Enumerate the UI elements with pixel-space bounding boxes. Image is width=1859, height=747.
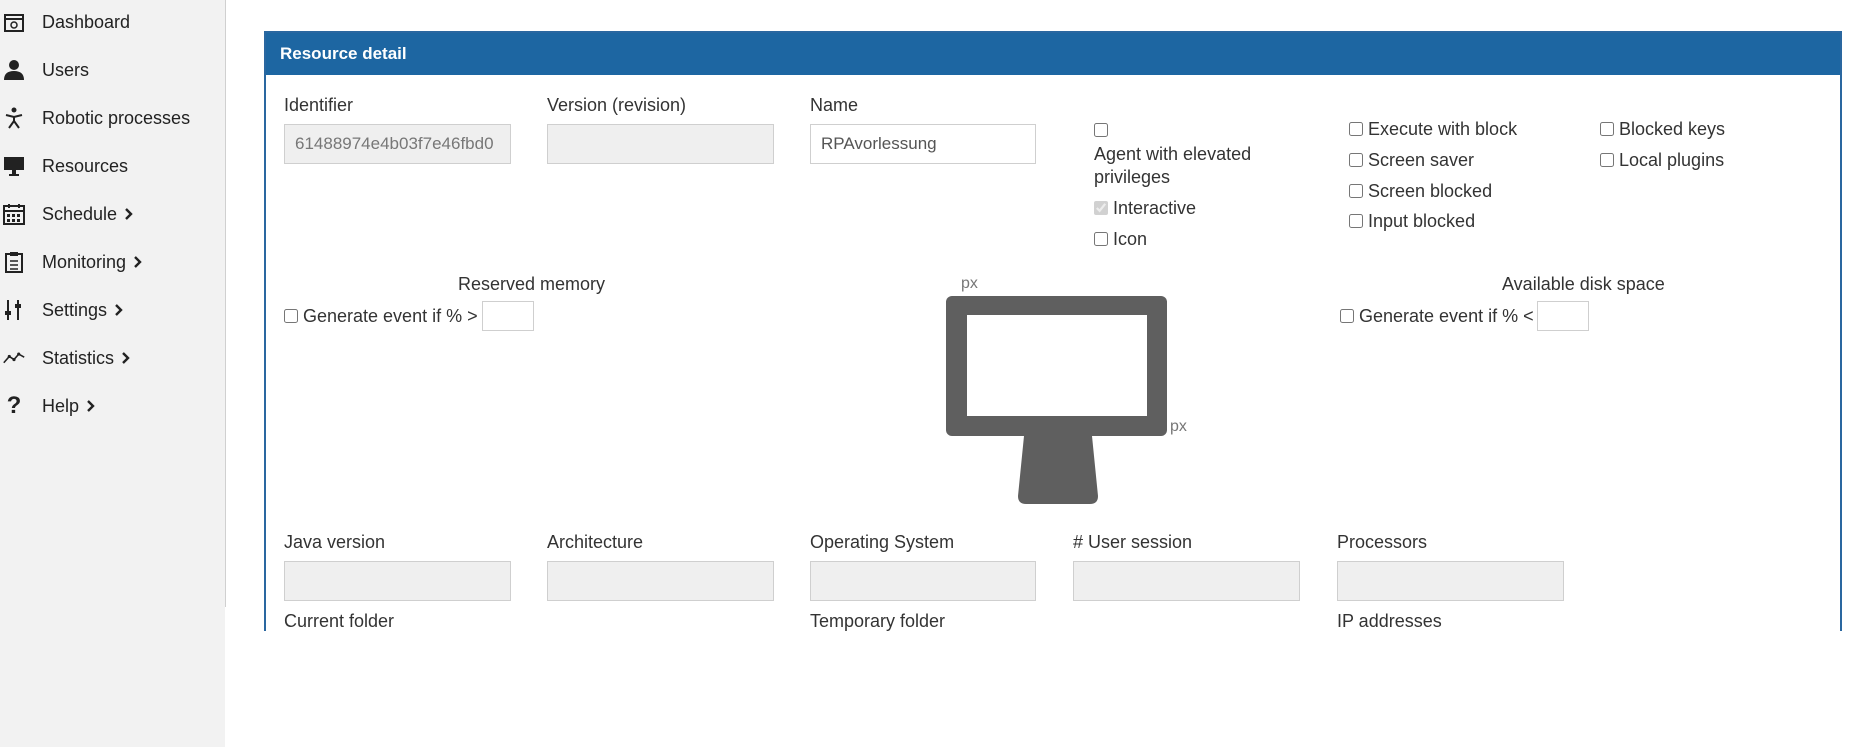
user-icon	[3, 59, 25, 81]
sidebar-item-label: Users	[42, 59, 90, 80]
sidebar-footer	[0, 607, 225, 747]
operating-system-field[interactable]	[810, 561, 1036, 601]
architecture-field[interactable]	[547, 561, 774, 601]
sidebar-item-label: Robotic processes	[42, 107, 191, 128]
resource-detail-panel: Resource detail Identifier Version (revi…	[264, 31, 1842, 631]
panel-title: Resource detail	[266, 33, 1840, 75]
agent-elevated-label: Agent with elevated privileges	[1094, 144, 1252, 187]
execute-with-block-checkbox[interactable]	[1349, 122, 1363, 136]
screen-width-unit: px	[961, 275, 978, 292]
chart-line-icon	[3, 347, 25, 369]
blocked-keys-label: Blocked keys	[1619, 119, 1726, 139]
disk-threshold-input[interactable]	[1537, 301, 1589, 331]
sidebar-item-label: Settings	[42, 299, 108, 320]
ip-addresses-label: IP addresses	[1337, 611, 1442, 631]
calendar-icon	[3, 203, 25, 225]
interactive-label: Interactive	[1113, 198, 1197, 218]
icon-checkbox[interactable]	[1094, 232, 1108, 246]
chevron-right-icon	[134, 256, 142, 268]
memory-event-label: Generate event if % >	[303, 306, 478, 326]
available-disk-title: Available disk space	[1502, 274, 1665, 294]
identifier-field[interactable]	[284, 124, 511, 164]
screen-blocked-label: Screen blocked	[1368, 181, 1493, 201]
sidebar-item-label: Monitoring	[42, 251, 127, 272]
robot-icon	[3, 107, 25, 129]
input-blocked-label: Input blocked	[1368, 211, 1476, 231]
sidebar-item-robotic-processes[interactable]: Robotic processes	[0, 100, 224, 136]
disk-event-checkbox[interactable]	[1340, 309, 1354, 323]
identifier-label: Identifier	[284, 95, 354, 115]
sidebar-item-label: Dashboard	[42, 11, 131, 32]
disk-event-label: Generate event if % <	[1359, 306, 1534, 326]
temporary-folder-label: Temporary folder	[810, 611, 946, 631]
dashboard-icon	[3, 11, 25, 33]
chevron-right-icon	[125, 208, 133, 220]
chevron-right-icon	[115, 304, 123, 316]
sidebar-item-label: Resources	[42, 155, 129, 176]
sidebar-item-help[interactable]: ? Help	[0, 388, 224, 424]
question-icon: ?	[6, 392, 22, 419]
screen-height-unit: px	[1170, 418, 1187, 435]
processors-field[interactable]	[1337, 561, 1564, 601]
sidebar-item-label: Schedule	[42, 203, 118, 224]
operating-system-label: Operating System	[810, 532, 955, 552]
reserved-memory-title: Reserved memory	[458, 274, 606, 294]
user-session-label: # User session	[1073, 532, 1193, 552]
execute-with-block-label: Execute with block	[1368, 119, 1518, 139]
input-blocked-checkbox[interactable]	[1349, 214, 1363, 228]
chevron-right-icon	[122, 352, 130, 364]
name-field[interactable]	[810, 124, 1036, 164]
screen-blocked-checkbox[interactable]	[1349, 184, 1363, 198]
sidebar-item-schedule[interactable]: Schedule	[0, 196, 224, 232]
blocked-keys-checkbox[interactable]	[1600, 122, 1614, 136]
sidebar-item-users[interactable]: Users	[0, 52, 224, 88]
memory-event-checkbox[interactable]	[284, 309, 298, 323]
sidebar-item-settings[interactable]: Settings	[0, 292, 224, 328]
chevron-right-icon	[87, 400, 95, 412]
local-plugins-label: Local plugins	[1619, 150, 1725, 170]
sidebar-item-dashboard[interactable]: Dashboard	[0, 4, 224, 40]
sliders-icon	[3, 299, 25, 321]
screen-saver-checkbox[interactable]	[1349, 153, 1363, 167]
sidebar-item-monitoring[interactable]: Monitoring	[0, 244, 224, 280]
sidebar-item-resources[interactable]: Resources	[0, 148, 224, 184]
version-label: Version (revision)	[547, 95, 687, 115]
java-version-label: Java version	[284, 532, 386, 552]
name-label: Name	[810, 95, 859, 115]
sidebar-item-statistics[interactable]: Statistics	[0, 340, 224, 376]
current-folder-label: Current folder	[284, 611, 395, 631]
agent-elevated-checkbox[interactable]	[1094, 123, 1108, 137]
sidebar: Dashboard Users Robotic processes Resour…	[0, 0, 226, 607]
icon-label: Icon	[1113, 229, 1148, 249]
sidebar-item-label: Statistics	[42, 347, 115, 368]
local-plugins-checkbox[interactable]	[1600, 153, 1614, 167]
interactive-checkbox[interactable]	[1094, 201, 1108, 215]
version-field[interactable]	[547, 124, 774, 164]
architecture-label: Architecture	[547, 532, 644, 552]
clipboard-icon	[3, 251, 25, 273]
sidebar-item-label: Help	[42, 395, 80, 416]
user-session-field[interactable]	[1073, 561, 1300, 601]
screen-saver-label: Screen saver	[1368, 150, 1475, 170]
memory-threshold-input[interactable]	[482, 301, 534, 331]
monitor-icon	[3, 155, 25, 177]
screen-monitor-graphic	[946, 296, 1167, 504]
processors-label: Processors	[1337, 532, 1428, 552]
java-version-field[interactable]	[284, 561, 511, 601]
